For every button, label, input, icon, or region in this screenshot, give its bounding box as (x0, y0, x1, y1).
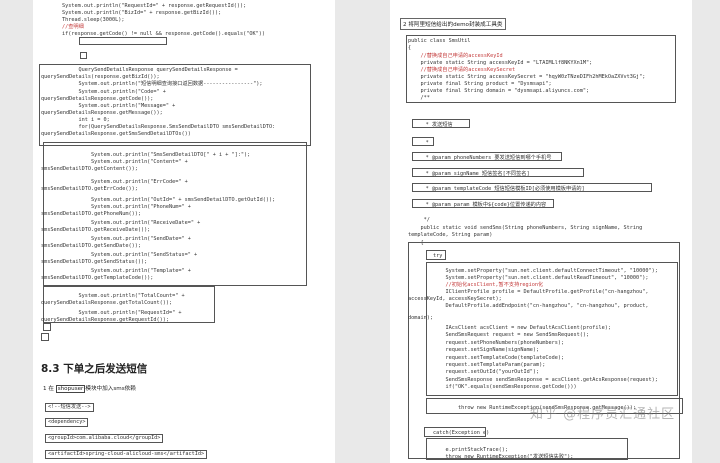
code-line: smsSendDetailDTO.getReceiveDate()); (41, 227, 151, 233)
xml-dependency: <dependency> (45, 418, 89, 427)
code-line: smsSendDetailDTO.getSendStatus()); (41, 259, 148, 265)
code-line: SendSmsResponse sendSmsResponse = acsCli… (408, 377, 658, 383)
if-block-frame (79, 37, 167, 45)
code-line: querySendDetailsResponse.getTotalCount()… (41, 300, 173, 306)
code-line: System.out.println("OutId=" + smsSendDet… (41, 197, 276, 203)
code-line: //初始化acsClient,暂不支持region化 (408, 282, 544, 288)
code-line: System.out.println("Content=" + (41, 159, 188, 165)
xml-artifactid: <artifactId>spring-cloud-alicloud-sms</a… (45, 450, 208, 459)
code-line: System.out.println("ErrCode=" + (41, 179, 188, 185)
code-line: System.out.println("SendStatus=" + (41, 252, 198, 258)
code-line: querySendDetailsResponse.getRequestId())… (41, 317, 170, 323)
right-document-page: 2 将阿里短信给出的demo封装成工具类 public class SmsUti… (390, 0, 692, 463)
code-line: request.setTemplateParam(param); (408, 362, 546, 368)
code-line: * @param templateCode 短信短信模板ID[必须使用模板申请的… (410, 186, 585, 192)
code-line: request.setTemplateCode(templateCode); (408, 355, 565, 361)
step-2-text: 2 将阿里短信给出的demo封装成工具类 (400, 18, 506, 30)
code-line: System.out.println("ReceiveDate=" + (41, 220, 201, 226)
code-line: IClientProfile profile = DefaultProfile.… (408, 289, 649, 295)
code-line: private static String accessKeyId = "LTA… (408, 60, 593, 66)
xml-comment: <!--短信发送--> (45, 403, 94, 412)
code-line: int i = 0; (41, 117, 110, 123)
code-line: smsSendDetailDTO.getContent()); (41, 166, 138, 172)
code-line: templateCode, String param) (408, 232, 493, 238)
code-line: request.setOutId("yourOutId"); (408, 369, 540, 375)
code-line: System.out.println("Message=" + (41, 103, 176, 109)
code-line: request.setPhoneNumbers(phoneNumbers); (408, 340, 565, 346)
brace-box (80, 52, 87, 59)
code-line: System.out.println("TotalCount=" + (41, 293, 185, 299)
code-line: System.out.println("SendDate=" + (41, 236, 191, 242)
code-line: for(QuerySendDetailsResponse.SmsSendDeta… (41, 124, 276, 130)
code-line: querySendDetails(response.getBizId()); (41, 74, 160, 80)
code-line: smsSendDetailDTO.getTemplateCode()); (41, 275, 154, 281)
code-line: accessKeyId, accessKeySecret); (408, 296, 502, 302)
code-line: System.out.println("短信明细查询接口返回数据--------… (41, 81, 263, 87)
code-line: if("OK".equals(sendSmsResponse.getCode()… (408, 384, 577, 390)
step-text: 1 在 shopuser 模块中加入sms依赖 (43, 385, 136, 393)
code-line: System.out.println("BizId=" + response.g… (37, 10, 222, 16)
code-line: //查明细 (37, 24, 84, 30)
catch-body-block (426, 438, 628, 460)
code-line: private final String product = "Dysmsapi… (408, 81, 552, 87)
code-line: * @param signName 短信签名[不同签名] (410, 171, 530, 177)
code-line: smsSendDetailDTO.getSendDate()); (41, 243, 141, 249)
code-line: System.setProperty("sun.net.client.defau… (408, 275, 649, 281)
code-line: System.out.println("RequestId=" + (41, 310, 182, 316)
code-line: //替换成自己申请的accessKeyId (408, 53, 503, 59)
code-line: private final String domain = "dysmsapi.… (408, 88, 590, 94)
code-line: */ (408, 217, 430, 223)
code-line: querySendDetailsResponse.getSmsSendDetai… (41, 131, 191, 137)
code-line: * 发送短信 (410, 122, 453, 128)
code-line: System.out.println("PhoneNum=" + (41, 204, 191, 210)
code-line: DefaultProfile.addEndpoint("cn-hangzhou"… (408, 303, 649, 309)
code-line: * @param param 模板中${code}位置传递的内容 (410, 202, 547, 208)
code-line: domain); (408, 315, 433, 321)
code-line: smsSendDetailDTO.getPhoneNum()); (41, 211, 141, 217)
code-line: System.out.println("Template=" + (41, 268, 191, 274)
try-box (426, 250, 446, 260)
section-title: 8.3 下单之后发送短信 (41, 363, 148, 375)
code-line: System.setProperty("sun.net.client.defau… (408, 268, 658, 274)
code-line: public static void sendSms(String phoneN… (408, 225, 643, 231)
code-line: * (410, 140, 429, 146)
code-line: System.out.println("SmsSendDetailDTO[" +… (41, 152, 251, 158)
code-line: //替换成自己申请的accessKeySecret (408, 67, 516, 73)
code-line: private static String accessKeySecret = … (408, 74, 646, 80)
code-line: IAcsClient acsClient = new DefaultAcsCli… (408, 325, 612, 331)
code-line: System.out.println("Code=" + (41, 89, 166, 95)
code-line: request.setSignName(signName); (408, 347, 540, 353)
xml-groupid: <groupId>com.alibaba.cloud</groupId> (45, 434, 164, 443)
code-line: * @param phoneNumbers 要发送短信到哪个手机号 (410, 155, 552, 161)
code-line: QuerySendDetailsResponse querySendDetail… (41, 67, 238, 73)
code-line: { (408, 45, 412, 51)
code-line: querySendDetailsResponse.getMessage()); (41, 110, 163, 116)
watermark: 知乎 @程序员汇通社区 (530, 407, 676, 422)
code-line: public class SmsUtil (408, 38, 471, 44)
module-chip: shopuser (55, 385, 86, 393)
catch-box (424, 427, 486, 437)
code-line: /** (408, 95, 430, 101)
close-brace-box (43, 323, 51, 331)
code-line: smsSendDetailDTO.getErrCode()); (41, 186, 138, 192)
code-line: SendSmsRequest request = new SendSmsRequ… (408, 332, 590, 338)
close-brace-box-2 (41, 333, 49, 341)
code-line: System.out.println("RequestId=" + respon… (37, 3, 247, 9)
code-line: Thread.sleep(3000L); (37, 17, 125, 23)
left-document-page: System.out.println("RequestId=" + respon… (33, 0, 335, 463)
code-line: querySendDetailsResponse.getCode()); (41, 96, 154, 102)
